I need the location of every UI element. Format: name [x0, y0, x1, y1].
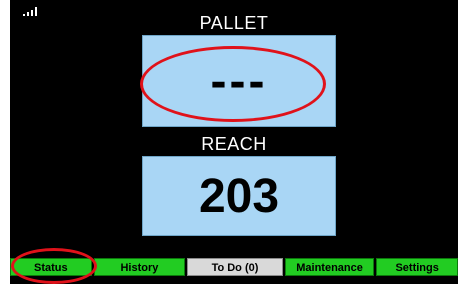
tab-todo[interactable]: To Do (0) — [187, 258, 283, 276]
display-screen: PALLET --- REACH 203 Status History To D… — [10, 0, 458, 284]
reach-value: 203 — [142, 156, 336, 236]
pallet-label: PALLET — [199, 13, 269, 33]
tab-maintenance[interactable]: Maintenance — [284, 258, 375, 276]
tab-history[interactable]: History — [93, 258, 186, 276]
reach-label: REACH — [201, 134, 267, 154]
bottom-tab-bar: Status History To Do (0) Maintenance Set… — [10, 258, 458, 276]
tab-settings[interactable]: Settings — [376, 258, 458, 276]
pallet-value: --- — [142, 35, 336, 127]
tab-status[interactable]: Status — [10, 258, 92, 276]
